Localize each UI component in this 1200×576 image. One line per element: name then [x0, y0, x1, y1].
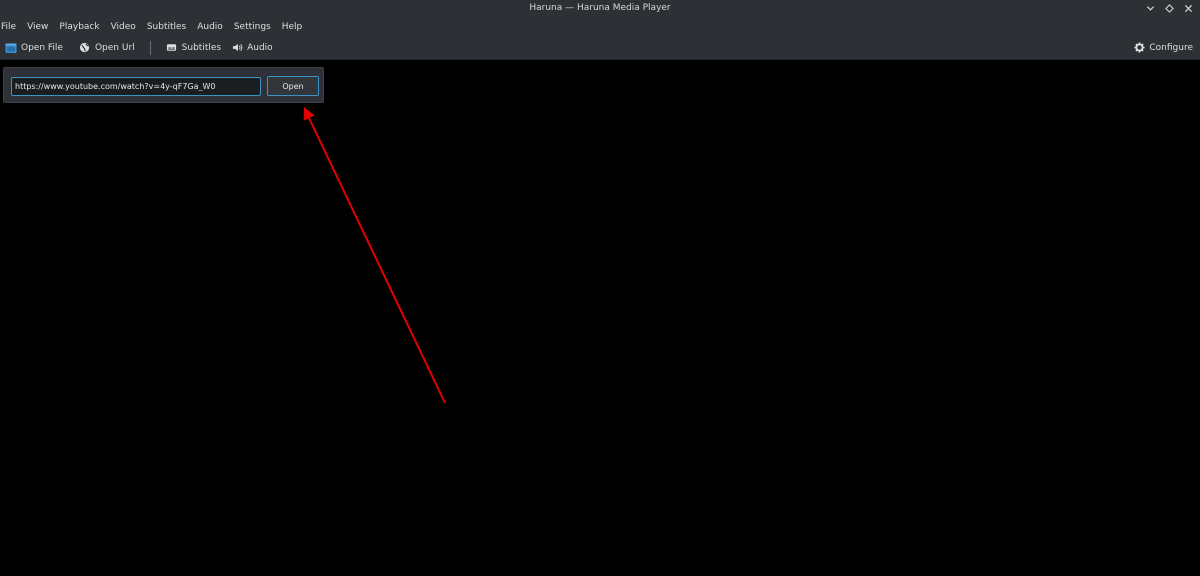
open-file-label: Open File: [21, 42, 63, 53]
minimize-button[interactable]: [1144, 2, 1156, 14]
window-controls: [1144, 2, 1194, 14]
folder-icon: [5, 42, 17, 54]
toolbar: Open File Open Url Subtitles Audio Confi…: [0, 36, 1200, 60]
window-title: Haruna — Haruna Media Player: [529, 3, 671, 13]
open-url-label: Open Url: [94, 42, 135, 53]
menu-bar: File View Playback Video Subtitles Audio…: [0, 17, 1200, 36]
chevron-down-icon: [1146, 5, 1154, 11]
menu-view[interactable]: View: [21, 22, 53, 32]
diamond-icon: [1164, 3, 1174, 13]
open-file-button[interactable]: Open File: [0, 38, 68, 58]
menu-settings[interactable]: Settings: [228, 22, 276, 32]
toolbar-separator: [149, 40, 151, 55]
gear-icon: [1133, 42, 1145, 54]
audio-label: Audio: [247, 42, 273, 53]
configure-button[interactable]: Configure: [1128, 38, 1198, 58]
arrow-shaft: [308, 117, 446, 404]
subtitles-button[interactable]: Subtitles: [161, 38, 226, 58]
arrow-head: [303, 107, 315, 121]
url-input[interactable]: [11, 77, 261, 96]
audio-button[interactable]: Audio: [226, 38, 278, 58]
menu-video[interactable]: Video: [105, 22, 141, 32]
globe-icon: [79, 42, 91, 54]
menu-subtitles[interactable]: Subtitles: [141, 22, 191, 32]
menu-playback[interactable]: Playback: [53, 22, 104, 32]
maximize-button[interactable]: [1163, 2, 1175, 14]
title-bar: Haruna — Haruna Media Player: [0, 0, 1200, 17]
close-button[interactable]: [1182, 2, 1194, 14]
open-url-button[interactable]: Open Url: [74, 38, 140, 58]
close-icon: [1184, 4, 1192, 12]
menu-audio[interactable]: Audio: [191, 22, 228, 32]
speaker-icon: [231, 42, 243, 54]
open-url-panel: Open: [3, 67, 324, 103]
menu-file[interactable]: File: [0, 22, 21, 32]
open-button[interactable]: Open: [267, 76, 319, 96]
configure-label: Configure: [1149, 42, 1193, 53]
subtitles-label: Subtitles: [181, 42, 222, 53]
subtitles-icon: [166, 42, 178, 54]
menu-help[interactable]: Help: [276, 22, 308, 32]
